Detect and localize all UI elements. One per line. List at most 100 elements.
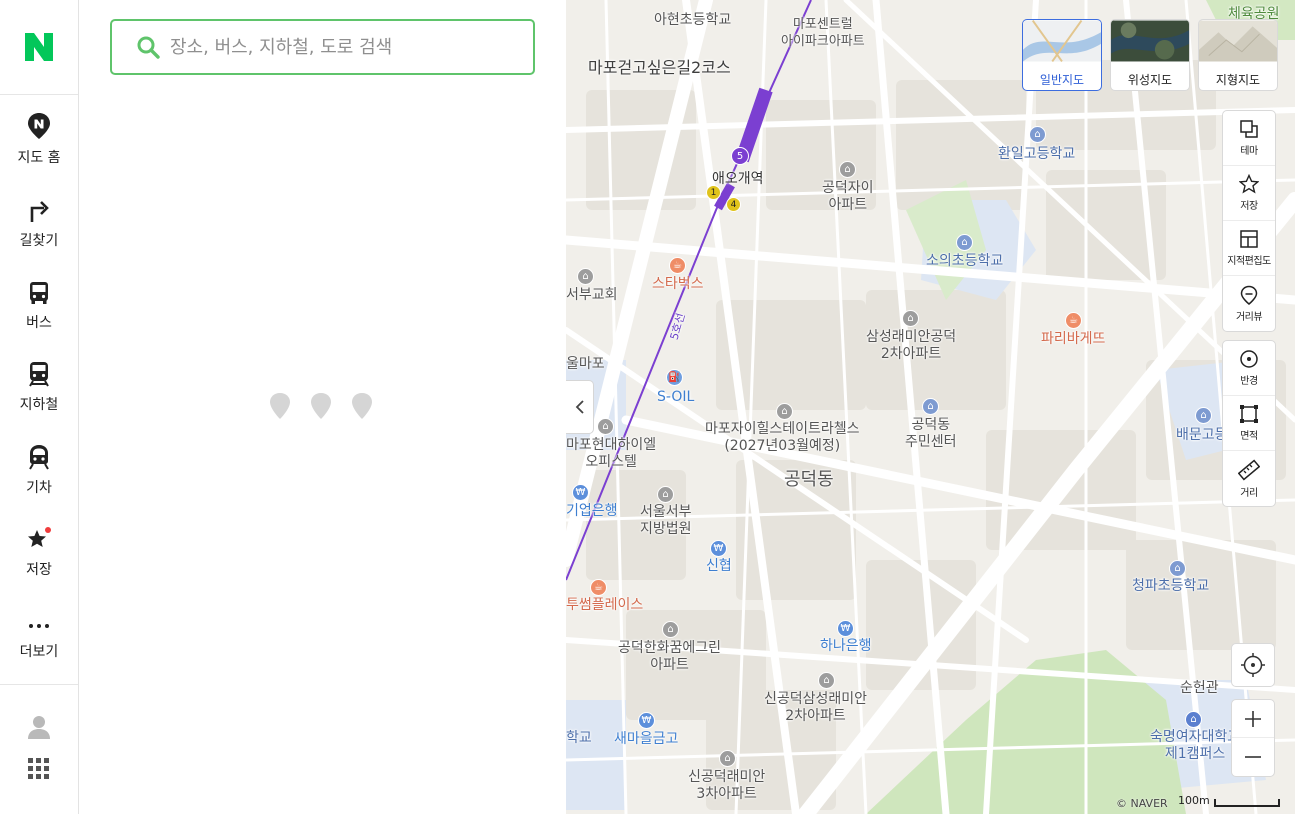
tool-street-view-button[interactable]: 거리뷰 <box>1223 276 1275 331</box>
search-input[interactable] <box>170 36 510 58</box>
label-seobu-church[interactable]: 서부교회 <box>566 287 618 304</box>
label-cheongpa-school[interactable]: 청파초등학교 <box>1132 578 1209 595</box>
label-gongdeok-community[interactable]: 공덕동 주민센터 <box>905 417 957 451</box>
label-school-left[interactable]: 학교 <box>566 730 592 747</box>
zoom-in-button[interactable] <box>1232 700 1274 738</box>
loading-pin-icon <box>351 392 373 420</box>
tool-radius-button[interactable]: 반경 <box>1223 341 1275 396</box>
collapse-panel-button[interactable] <box>566 380 594 434</box>
nav-item-map-home[interactable]: 지도 홈 <box>0 110 78 190</box>
tool-theme-button[interactable]: 테마 <box>1223 111 1275 166</box>
court-poi-icon[interactable]: ⌂ <box>657 486 674 503</box>
label-gongdeok-xi[interactable]: 공덕자이 아파트 <box>822 180 874 214</box>
theme-icon <box>1240 120 1258 138</box>
bakery-poi-icon[interactable]: ☕ <box>1065 312 1082 329</box>
nav-item-more[interactable]: 더보기 <box>0 604 78 684</box>
label-walking-course[interactable]: 마포걷고싶은길2코스 <box>588 59 731 76</box>
label-shinhyup[interactable]: 신협 <box>706 558 732 575</box>
apartment-poi-icon[interactable]: ⌂ <box>818 672 835 689</box>
label-hanwha-dream[interactable]: 공덕한화꿈에그린 아파트 <box>618 640 721 674</box>
apartment-poi-icon[interactable]: ⌂ <box>902 310 919 327</box>
church-poi-icon[interactable]: ⌂ <box>577 268 594 285</box>
label-ahyeon-school[interactable]: 아현초등학교 <box>654 12 731 29</box>
bank-poi-icon[interactable]: ₩ <box>638 712 655 729</box>
tool-street-view-label: 거리뷰 <box>1235 311 1263 323</box>
chevron-left-icon <box>575 400 584 414</box>
university-poi-icon[interactable]: ⌂ <box>1185 711 1202 728</box>
nav-item-train[interactable]: 기차 <box>0 440 78 520</box>
search-box[interactable] <box>110 19 535 75</box>
school-poi-icon[interactable]: ⌂ <box>1029 126 1046 143</box>
street-view-icon <box>1240 285 1258 305</box>
label-mapo-xi-hills[interactable]: 마포자이힐스테이트라첼스 (2027년03월예정) <box>705 421 860 455</box>
nav-item-bus[interactable]: 버스 <box>0 275 78 355</box>
nav-item-directions[interactable]: 길찾기 <box>0 193 78 273</box>
apartment-poi-icon[interactable]: ⌂ <box>776 403 793 420</box>
apps-grid-icon[interactable] <box>28 758 50 784</box>
label-sookmyung-univ[interactable]: 숙명여자대학교 제1캠퍼스 <box>1150 729 1240 763</box>
label-hana-bank[interactable]: 하나은행 <box>820 638 872 655</box>
search-icon <box>137 36 160 59</box>
subway-icon <box>28 357 50 387</box>
public-office-poi-icon[interactable]: ⌂ <box>922 398 939 415</box>
school-poi-icon[interactable]: ⌂ <box>956 234 973 251</box>
label-shin-raemian3[interactable]: 신공덕래미안 3차아파트 <box>688 769 765 803</box>
label-sunhyeon-hall[interactable]: 순헌관 <box>1180 680 1219 697</box>
loading-pin-icon <box>310 392 332 420</box>
crosshair-icon <box>1241 653 1265 677</box>
tool-theme-label: 테마 <box>1240 146 1258 157</box>
user-icon[interactable] <box>27 714 51 744</box>
label-western-court[interactable]: 서울서부 지방법원 <box>640 504 692 538</box>
school-poi-icon[interactable]: ⌂ <box>1195 407 1212 424</box>
line1-station-icon[interactable]: 1 <box>706 185 721 200</box>
apartment-poi-icon[interactable]: ⌂ <box>839 161 856 178</box>
plus-icon <box>1245 710 1261 727</box>
label-aeogae-station[interactable]: 애오개역 <box>712 171 764 188</box>
label-shin-samsung-raemian[interactable]: 신공덕삼성래미안 2차아파트 <box>764 691 867 725</box>
label-mapo-top[interactable]: 울마포 <box>566 356 605 373</box>
label-gongdeok-dong[interactable]: 공덕동 <box>784 471 834 489</box>
label-mapo-central[interactable]: 마포센트럴 아이파크아파트 <box>781 16 865 50</box>
nav-item-subway[interactable]: 지하철 <box>0 357 78 437</box>
cafe-poi-icon[interactable]: ☕ <box>590 579 607 596</box>
cafe-poi-icon[interactable]: ☕ <box>669 257 686 274</box>
apartment-poi-icon[interactable]: ⌂ <box>719 750 736 767</box>
label-s-oil[interactable]: S-OIL <box>657 389 694 406</box>
side-nav: 지도 홈 길찾기 버스 지하철 기차 저장 더보기 <box>0 0 79 814</box>
label-ibk-bank[interactable]: 기업은행 <box>566 503 618 520</box>
bank-poi-icon[interactable]: ₩ <box>837 620 854 637</box>
tool-cadastral-label: 지적편집도 <box>1227 256 1271 267</box>
tool-area-button[interactable]: 면적 <box>1223 396 1275 451</box>
maptype-terrain-button[interactable]: 지형지도 <box>1198 19 1278 91</box>
line5-station-icon[interactable]: 5 <box>731 147 749 165</box>
maptype-normal-button[interactable]: 일반지도 <box>1022 19 1102 91</box>
tool-save-button[interactable]: 저장 <box>1223 166 1275 221</box>
apartment-poi-icon[interactable]: ⌂ <box>597 418 614 435</box>
label-hwanil-school[interactable]: 환일고등학교 <box>998 146 1075 163</box>
label-mapo-hyundai[interactable]: 마포현대하이엘 오피스텔 <box>566 437 656 471</box>
naver-logo[interactable] <box>0 0 78 95</box>
line4-station-icon[interactable]: 4 <box>726 197 741 212</box>
bank-poi-icon[interactable]: ₩ <box>710 540 727 557</box>
label-saemaul-bank[interactable]: 새마을금고 <box>614 731 678 748</box>
apartment-poi-icon[interactable]: ⌂ <box>662 621 679 638</box>
zoom-out-button[interactable] <box>1232 738 1274 776</box>
nav-item-saved[interactable]: 저장 <box>0 522 78 602</box>
terrain-map-thumbnail <box>1199 20 1277 62</box>
label-soui-school[interactable]: 소의초등학교 <box>926 253 1003 270</box>
current-location-button[interactable] <box>1231 643 1275 687</box>
bank-poi-icon[interactable]: ₩ <box>572 484 589 501</box>
gas-station-poi-icon[interactable]: ⛽ <box>666 369 683 386</box>
area-icon <box>1240 405 1258 423</box>
scale-bar-line <box>1213 799 1280 807</box>
school-poi-icon[interactable]: ⌂ <box>1169 560 1186 577</box>
search-panel <box>79 0 566 814</box>
tool-distance-button[interactable]: 거리 <box>1223 451 1275 506</box>
map-canvas[interactable]: 아현초등학교 마포센트럴 아이파크아파트 마포걷고싶은길2코스 체육공원 환일고… <box>566 0 1295 814</box>
label-twosome[interactable]: 투썸플레이스 <box>566 597 643 614</box>
label-samsung-raemian2[interactable]: 삼성래미안공덕 2차아파트 <box>866 329 956 363</box>
maptype-satellite-button[interactable]: 위성지도 <box>1110 19 1190 91</box>
tool-cadastral-button[interactable]: 지적편집도 <box>1223 221 1275 276</box>
label-starbucks[interactable]: 스타벅스 <box>652 276 704 293</box>
label-paris-baguette[interactable]: 파리바게뜨 <box>1041 331 1105 348</box>
